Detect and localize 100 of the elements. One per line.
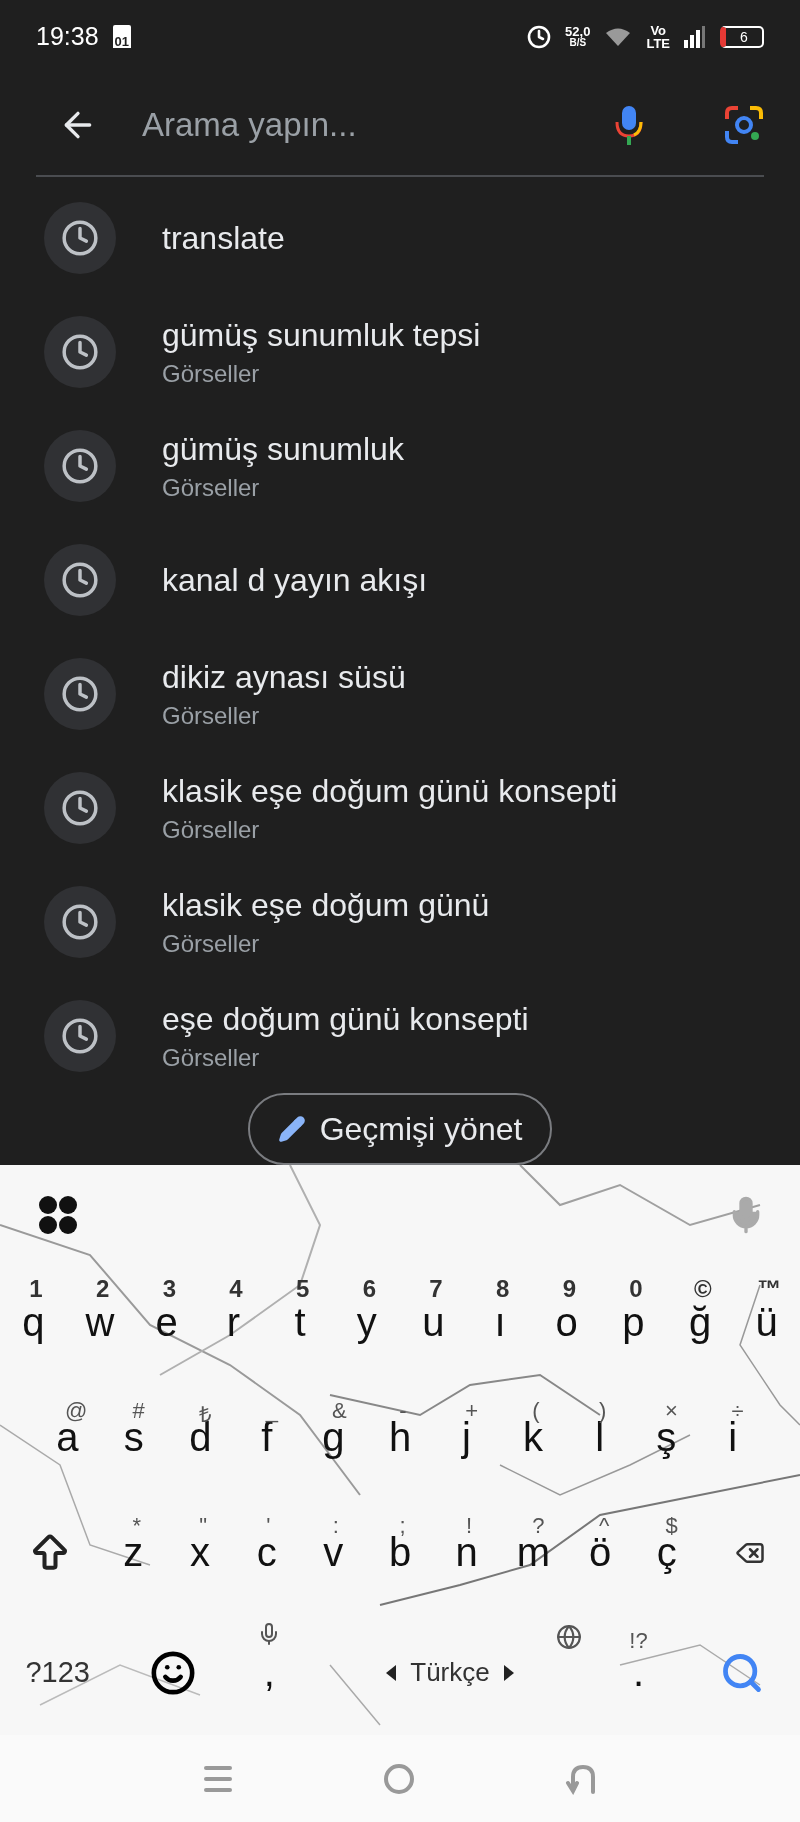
back-icon[interactable] — [565, 1762, 597, 1795]
key[interactable]: h - — [366, 1380, 434, 1495]
camera-icon[interactable] — [724, 104, 764, 145]
key[interactable]: ö ^ — [566, 1495, 634, 1610]
key-hint: ' — [266, 1513, 271, 1539]
key[interactable]: i ÷ — [699, 1380, 766, 1495]
key-hint: * — [132, 1513, 142, 1539]
mic-icon[interactable] — [614, 103, 644, 146]
key[interactable]: c ' — [233, 1495, 300, 1610]
key[interactable]: w 2 — [66, 1265, 134, 1380]
key-hint: 8 — [496, 1275, 510, 1303]
pencil-icon — [277, 1115, 306, 1143]
key[interactable]: j + — [433, 1380, 500, 1495]
key-hint: ^ — [599, 1513, 610, 1538]
menu-icon[interactable] — [203, 1763, 233, 1794]
globe-icon — [556, 1624, 583, 1650]
key-hint: ! — [466, 1513, 473, 1539]
key[interactable]: s # — [100, 1380, 168, 1495]
key-hint: 4 — [229, 1275, 243, 1303]
key[interactable]: ç $ — [633, 1495, 701, 1610]
home-icon[interactable] — [383, 1762, 415, 1795]
key[interactable]: m ? — [500, 1495, 567, 1610]
left-arrow-icon — [386, 1664, 397, 1681]
key-hint: ) — [598, 1398, 607, 1423]
history-item[interactable]: gümüş sunumluk tepsi Görseller — [0, 295, 800, 409]
key[interactable]: z * — [100, 1495, 167, 1610]
key[interactable]: e 3 — [133, 1265, 200, 1380]
key-hint: 2 — [96, 1275, 110, 1303]
key[interactable]: ü ™ — [733, 1265, 800, 1380]
key-hint: !? — [629, 1628, 648, 1654]
key[interactable]: a @ — [34, 1380, 101, 1495]
search-field[interactable]: Arama yapın... — [140, 104, 594, 145]
key[interactable]: y 6 — [333, 1265, 401, 1380]
history-query: dikiz aynası süsü — [162, 658, 406, 696]
key[interactable]: t 5 — [266, 1265, 334, 1380]
key[interactable]: ı 8 — [466, 1265, 534, 1380]
key[interactable]: v : — [300, 1495, 367, 1610]
history-subtitle: Görseller — [162, 929, 261, 958]
key[interactable]: g & — [300, 1380, 367, 1495]
network-speed: 52,0 B/S — [565, 25, 591, 49]
smiley-icon — [150, 1649, 197, 1696]
history-subtitle: Görseller — [162, 359, 261, 388]
key-hint: : — [332, 1513, 339, 1539]
key-hint: ™ — [757, 1275, 782, 1303]
key-hint: 7 — [429, 1275, 443, 1303]
key[interactable]: b ; — [366, 1495, 434, 1610]
history-query: klasik eşe doğum günü konsepti — [162, 772, 618, 810]
volte-label: Vo LTE — [646, 23, 670, 50]
clock-time: 19:38 — [36, 22, 99, 52]
key[interactable]: ğ © — [666, 1265, 734, 1380]
comma-key[interactable]: , — [230, 1610, 308, 1735]
key-hint: _ — [265, 1398, 278, 1423]
history-subtitle: Görseller — [162, 815, 261, 844]
key[interactable]: ş × — [632, 1380, 700, 1495]
key[interactable]: u 7 — [400, 1265, 467, 1380]
history-subtitle: Görseller — [162, 1043, 261, 1072]
key-hint: 6 — [362, 1275, 377, 1303]
key[interactable]: x " — [166, 1495, 234, 1610]
history-item[interactable]: gümüş sunumluk Görseller — [0, 409, 800, 523]
key-hint: × — [664, 1398, 678, 1424]
key-hint: - — [399, 1398, 407, 1423]
key-hint: 9 — [562, 1275, 577, 1303]
history-item[interactable]: klasik eşe doğum günü konsepti Görseller — [0, 751, 800, 865]
history-query: translate — [162, 219, 285, 257]
period-key[interactable]: . !? — [592, 1610, 685, 1735]
history-subtitle: Görseller — [162, 701, 261, 730]
symbols-key[interactable]: ?123 — [0, 1610, 116, 1735]
history-item[interactable]: eşe doğum günü konsepti Görseller — [0, 979, 800, 1093]
key-hint: # — [132, 1398, 145, 1424]
key-hint: @ — [65, 1398, 88, 1424]
key[interactable]: r 4 — [200, 1265, 267, 1380]
key[interactable]: q 1 — [0, 1265, 67, 1380]
right-arrow-icon — [503, 1664, 514, 1681]
key-hint: ( — [532, 1398, 540, 1423]
history-item[interactable]: translate — [0, 181, 800, 295]
key[interactable]: o 9 — [533, 1265, 601, 1380]
key[interactable]: p 0 — [600, 1265, 667, 1380]
history-query: klasik eşe doğum günü — [162, 886, 490, 924]
key[interactable]: n ! — [433, 1495, 501, 1610]
key-hint: ? — [532, 1513, 545, 1539]
history-query: eşe doğum günü konsepti — [162, 1000, 529, 1038]
key-hint: ; — [399, 1513, 406, 1538]
key-hint: 0 — [629, 1275, 643, 1303]
key-hint: © — [693, 1275, 712, 1303]
key[interactable]: k ( — [499, 1380, 567, 1495]
key[interactable]: f _ — [233, 1380, 301, 1495]
calendar-badge: 01 — [112, 25, 132, 49]
key-hint: " — [199, 1513, 208, 1539]
key-hint: 5 — [296, 1275, 310, 1303]
history-subtitle: Görseller — [162, 473, 261, 502]
history-item[interactable]: kanal d yayın akışı — [0, 523, 800, 637]
key-hint: & — [332, 1398, 347, 1424]
history-item[interactable]: klasik eşe doğum günü Görseller — [0, 865, 800, 979]
battery-indicator: 6 — [720, 25, 764, 48]
key[interactable]: l ) — [566, 1380, 633, 1495]
history-item[interactable]: dikiz aynası süsü Görseller — [0, 637, 800, 751]
signal-icon — [684, 25, 706, 48]
space-key[interactable]: Türkçe — [307, 1610, 593, 1735]
key-hint: 3 — [162, 1275, 176, 1303]
apps-grid-icon[interactable] — [38, 1195, 78, 1235]
